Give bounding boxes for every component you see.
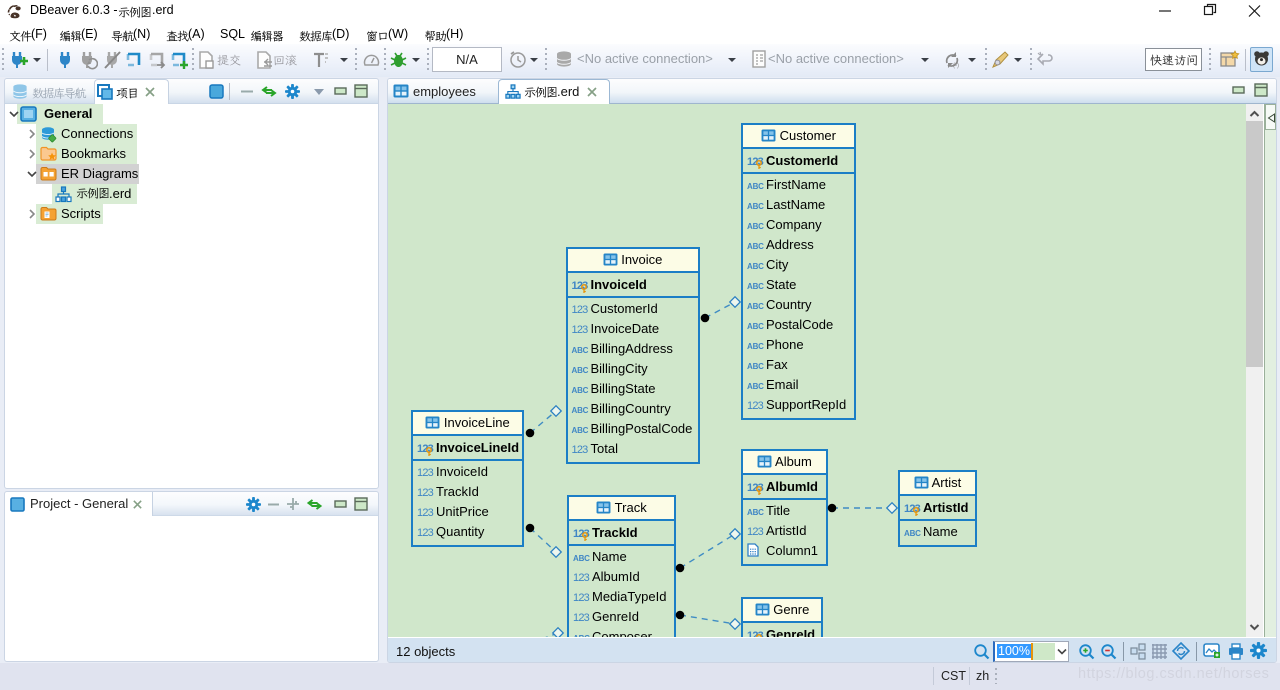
svg-text:(-): (-): [953, 63, 959, 69]
